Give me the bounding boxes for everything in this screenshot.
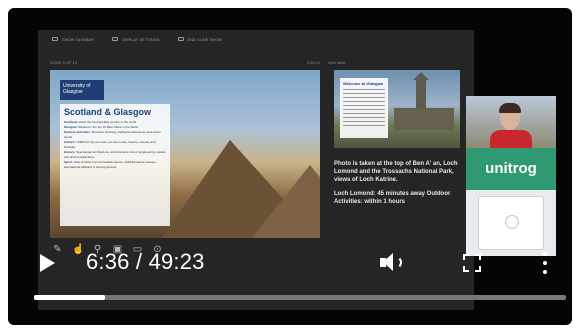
building-shape [394, 108, 454, 130]
slide-line: Sport: Host of 2014 Commonwealth Games, … [64, 160, 157, 169]
more-options-button[interactable] [540, 252, 550, 274]
laser-icon: ☝ [72, 244, 85, 255]
slide-counter: SLIDE 9 OF 13 [50, 60, 78, 65]
mountain-shape [250, 165, 320, 238]
next-slide-preview: Welcome to Glasgow [334, 70, 460, 148]
progress-bar[interactable] [34, 295, 566, 300]
time-display: 6:36 / 49:23 [86, 249, 205, 275]
next-slide-text-lines [343, 89, 385, 129]
show-taskbar-button: SHOW TASKBAR [52, 37, 94, 42]
notes-paragraph: Photo is taken at the top of Ben A' an, … [334, 161, 458, 183]
webcam-overlay: unitrog [466, 96, 556, 256]
slide-clock: 0:09:14 [306, 60, 320, 65]
webcam-card [478, 196, 544, 250]
presenter-hair [499, 103, 521, 113]
next-slide-textbox: Welcome to Glasgow [340, 78, 388, 138]
current-slide: University of Glasgow Scotland & Glasgow… [50, 70, 320, 238]
slide-line: Outdoor Activities: Mountain climbing, h… [64, 130, 161, 139]
slide-line: History: Spectacular architecture, world… [64, 150, 166, 159]
end-slide-show-button: END SLIDE SHOW [177, 37, 222, 42]
display-settings-button: DISPLAY SETTINGS [111, 37, 160, 42]
speaker-notes: Photo is taken at the top of Ben A' an, … [334, 160, 462, 206]
time-separator: / [129, 249, 149, 274]
current-time: 6:36 [86, 249, 130, 274]
play-button[interactable] [36, 252, 58, 274]
notes-paragraph: Loch Lomond: 45 minutes away Outdoor Act… [334, 191, 451, 205]
end-show-icon [177, 37, 184, 41]
progress-fill [34, 295, 106, 300]
next-slide-title: Welcome to Glasgow [343, 81, 384, 86]
unitrog-logo: unitrog [466, 148, 556, 190]
display-icon [111, 37, 118, 41]
fullscreen-button[interactable] [463, 254, 481, 272]
slide-title: Scotland & Glasgow [64, 107, 152, 117]
slide-textbox: Scotland & Glasgow Scotland: Voted the b… [60, 104, 170, 226]
slide-line: Culture: UNESCO city of music, art, live… [64, 140, 156, 149]
next-slide-label: Next slide [328, 60, 346, 65]
volume-button[interactable] [378, 250, 406, 276]
university-logo: University of Glasgow [60, 80, 104, 100]
total-time: 49:23 [148, 249, 205, 274]
taskbar-icon [52, 37, 58, 41]
presenter-toolbar: SHOW TASKBAR DISPLAY SETTINGS END SLIDE … [38, 30, 474, 48]
circle-icon [505, 215, 519, 229]
video-player[interactable]: SHOW TASKBAR DISPLAY SETTINGS END SLIDE … [8, 8, 572, 325]
slide-header: SLIDE 9 OF 13 0:09:14 [50, 60, 320, 68]
